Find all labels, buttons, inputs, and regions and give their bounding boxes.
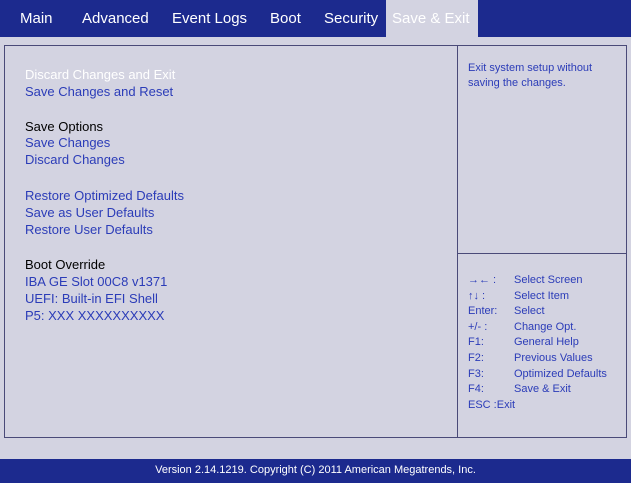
boot-override-heading: Boot Override — [25, 257, 106, 272]
key-label: F1: — [468, 336, 484, 349]
key-description: Change Opt. — [514, 320, 577, 333]
key-description: Previous Values — [514, 351, 593, 364]
key-label: ↑↓ : — [468, 289, 486, 302]
boot-option-p5[interactable]: P5: XXX XXXXXXXXXX — [25, 308, 164, 324]
menu-discard-changes[interactable]: Discard Changes — [25, 152, 125, 168]
key-description: Save & Exit — [514, 383, 571, 396]
menu-discard-changes-and-exit[interactable]: Discard Changes and Exit — [25, 67, 175, 83]
menu-restore-optimized-defaults[interactable]: Restore Optimized Defaults — [25, 188, 184, 204]
key-description: General Help — [514, 336, 579, 349]
key-label: Enter: — [468, 305, 498, 318]
key-label: +/- : — [468, 320, 488, 333]
tab-advanced[interactable]: Advanced — [82, 0, 149, 37]
tab-bar: Main Advanced Event Logs Boot Security S… — [0, 0, 631, 37]
key-label: →← : — [468, 274, 497, 286]
key-description: Select Item — [514, 289, 570, 302]
menu-save-as-user-defaults[interactable]: Save as User Defaults — [25, 205, 154, 221]
boot-option-uefi-shell[interactable]: UEFI: Built-in EFI Shell — [25, 291, 158, 307]
menu-save-changes[interactable]: Save Changes — [25, 135, 110, 151]
panel-divider — [457, 45, 458, 438]
tab-boot[interactable]: Boot — [270, 0, 301, 37]
tab-save-exit[interactable]: Save & Exit — [386, 0, 478, 37]
key-description: Optimized Defaults — [514, 367, 607, 380]
key-label: F4: — [468, 383, 484, 396]
boot-option-iba-ge[interactable]: IBA GE Slot 00C8 v1371 — [25, 274, 167, 290]
tab-main[interactable]: Main — [20, 0, 53, 37]
key-description: Select — [514, 305, 545, 318]
bios-setup-screen: Main Advanced Event Logs Boot Security S… — [0, 0, 631, 483]
version-footer: Version 2.14.1219. Copyright (C) 2011 Am… — [0, 459, 631, 483]
help-divider — [458, 253, 626, 254]
key-description: Select Screen — [514, 274, 583, 286]
help-description: Exit system setup without saving the cha… — [468, 62, 593, 89]
menu-restore-user-defaults[interactable]: Restore User Defaults — [25, 222, 153, 238]
menu-save-changes-and-reset[interactable]: Save Changes and Reset — [25, 84, 173, 100]
key-label: F2: — [468, 351, 484, 364]
key-label: ESC :Exit — [468, 398, 516, 411]
save-options-heading: Save Options — [25, 119, 104, 134]
key-label: F3: — [468, 367, 484, 380]
tab-security[interactable]: Security — [324, 0, 378, 37]
tab-event-logs[interactable]: Event Logs — [172, 0, 247, 37]
